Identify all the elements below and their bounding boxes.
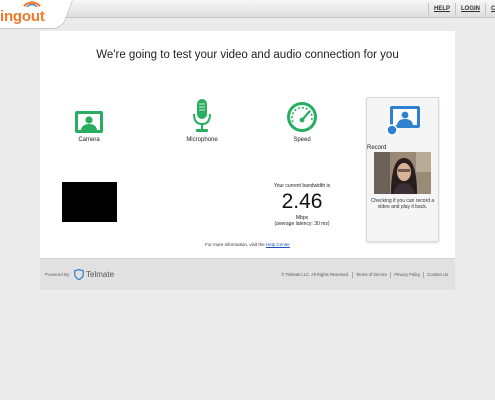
page-title: We're going to test your video and audio…: [96, 49, 399, 61]
camera-preview: [62, 182, 117, 222]
record-note: Checking if you can record a video and p…: [370, 198, 435, 210]
record-preview: [374, 152, 431, 194]
telmate-shield-icon: [74, 269, 84, 280]
camera-icon: [75, 111, 103, 133]
help-link[interactable]: HELP: [427, 3, 455, 15]
login-link[interactable]: LOGIN: [455, 3, 485, 15]
brand-logo[interactable]: ingout: [0, 8, 45, 25]
powered-by-label: Powered By:: [45, 272, 71, 277]
camera-title: Camera: [78, 137, 100, 143]
connection-test-card: We're going to test your video and audio…: [40, 31, 455, 258]
microphone-column: Microphone: [168, 99, 236, 143]
record-title: Record: [367, 145, 387, 151]
privacy-link[interactable]: Privacy Policy: [390, 272, 423, 278]
copyright-text: © Telmate LLC. All Rights Reserved.: [281, 272, 350, 277]
telmate-brand[interactable]: Telmate: [86, 270, 114, 279]
footer: Powered By: Telmate © Telmate LLC. All R…: [40, 258, 455, 290]
record-icon: [385, 106, 420, 136]
latency-text: (average latency: 30 ms): [274, 221, 330, 227]
info-line: For more information, visit the Help Cen…: [40, 242, 455, 247]
microphone-icon: [193, 99, 211, 132]
footer-links: © Telmate LLC. All Rights Reserved. Term…: [278, 272, 451, 278]
top-nav: HELP LOGIN C: [427, 3, 495, 15]
speed-column: Speed: [262, 99, 342, 143]
info-text: For more information, visit the: [205, 242, 266, 247]
microphone-title: Microphone: [186, 137, 218, 143]
partial-link[interactable]: C: [485, 3, 495, 15]
speed-title: Speed: [293, 137, 311, 143]
webcam-person-image: [374, 152, 431, 194]
contact-link[interactable]: Contact Us: [423, 272, 451, 278]
speedometer-icon: [287, 102, 317, 132]
record-panel: Record Checking if you can record a vide…: [366, 97, 439, 242]
terms-link[interactable]: Terms of Service: [352, 272, 390, 278]
top-bar: HELP LOGIN C: [0, 0, 495, 18]
help-center-link[interactable]: Help Center: [266, 242, 290, 247]
bandwidth-value: 2.46: [281, 190, 323, 213]
camera-column: Camera: [61, 99, 117, 143]
logo-mark-icon: [23, 1, 41, 8]
